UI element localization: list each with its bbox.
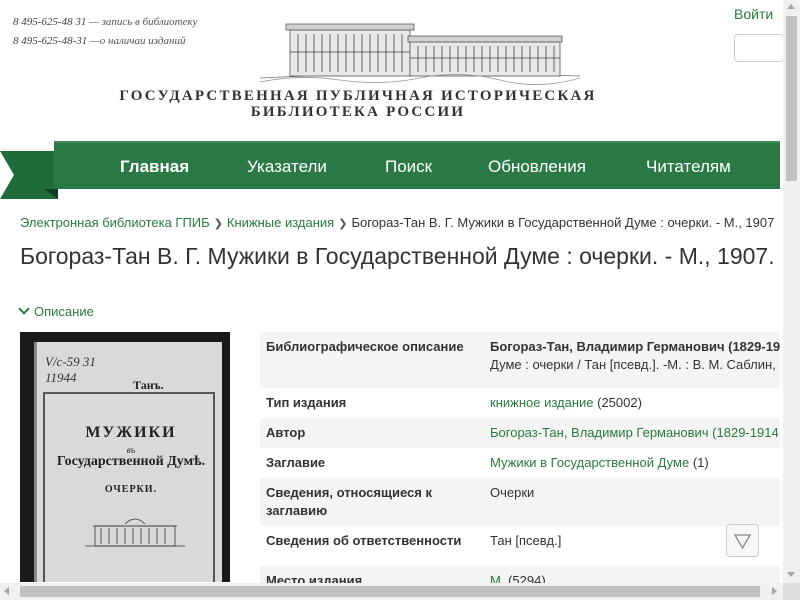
scroll-to-top-button[interactable] [726, 524, 759, 557]
cover-stamp-text: 31 [82, 354, 96, 369]
breadcrumb: Электронная библиотека ГПИБ ❯ Книжные изда… [20, 215, 780, 230]
chevron-right-icon: ❯ [213, 218, 223, 230]
detail-link[interactable]: книжное издание [490, 395, 594, 410]
detail-link[interactable]: Богораз-Тан, Владимир Германович (1829-1… [490, 425, 779, 440]
page-title: Богораз-Тан В. Г. Мужики в Государственн… [20, 243, 775, 269]
phone-number: 8 495-625-48-31 [13, 35, 88, 47]
detail-value: Очерки [490, 485, 535, 500]
phone-note: — запись в библиотеку [86, 16, 198, 28]
bibliographic-details-table: Библиографическое описание Богораз-Тан, … [260, 332, 780, 596]
chevron-down-icon [18, 303, 30, 315]
detail-key: Сведения, относящиеся к заглавию [266, 485, 432, 518]
breadcrumb-link[interactable]: Книжные издания [227, 215, 334, 230]
nav-item-readers[interactable]: Читателям [646, 157, 731, 177]
scroll-down-arrow-icon[interactable] [787, 572, 795, 577]
library-building-logo[interactable] [260, 12, 580, 88]
detail-key: Библиографическое описание [266, 339, 464, 354]
horizontal-scrollbar[interactable] [0, 583, 783, 600]
detail-key: Сведения об ответственности [266, 533, 462, 548]
library-title-line: ГОСУДАРСТВЕННАЯ ПУБЛИЧНАЯ ИСТОРИЧЕСКАЯ [119, 88, 597, 104]
cover-author: Танъ. [133, 378, 164, 392]
vertical-scrollbar[interactable] [783, 0, 800, 583]
detail-value-text: Богораз-Тан, Владимир Германович (1829-1… [490, 339, 780, 354]
detail-link[interactable]: Мужики в Государственной Думе [490, 455, 689, 470]
table-row: Сведения, относящиеся к заглавию Очерки [260, 478, 780, 526]
detail-count: (1) [689, 455, 709, 470]
cover-subtitle: ОЧЕРКИ. [104, 484, 158, 495]
detail-value: Богораз-Тан, Владимир Германович (1829-1… [484, 332, 780, 388]
nav-item-home[interactable]: Главная [120, 157, 189, 177]
chevron-right-icon: ❯ [338, 218, 348, 230]
scroll-right-arrow-icon[interactable] [772, 587, 777, 595]
main-nav: Главная Указатели Поиск Обновления Читат… [0, 141, 780, 199]
nav-item-indexes[interactable]: Указатели [247, 157, 327, 177]
detail-value: книжное издание (25002) [484, 388, 780, 418]
nav-bar: Главная Указатели Поиск Обновления Читат… [54, 141, 780, 189]
detail-value: Мужики в Государственной Думе (1) [484, 448, 780, 478]
breadcrumb-link[interactable]: Электронная библиотека ГПИБ [20, 215, 210, 230]
phone-info: 8 495-625-48 31 — запись в библиотеку 8 … [13, 13, 198, 51]
detail-key: Заглавие [266, 455, 326, 470]
detail-value: Богораз-Тан, Владимир Германович (1829-1… [484, 418, 780, 448]
cover-stamp-text: V/c-59 [45, 354, 80, 369]
cover-stamp: V/c-59 31 11944 [45, 354, 96, 386]
login-link[interactable]: Войти [734, 6, 773, 22]
breadcrumb-current: Богораз-Тан В. Г. Мужики в Государственн… [351, 215, 775, 230]
cover-stamp-text: 11944 [45, 370, 77, 385]
cover-frame: МУЖИКИ въ Государственной Думѣ. ОЧЕРКИ. [43, 392, 215, 582]
table-row: Сведения об ответственности Тан [псевд.] [260, 526, 780, 566]
cover-title: МУЖИКИ [85, 424, 177, 441]
table-row: Автор Богораз-Тан, Владимир Германович (… [260, 418, 780, 448]
book-cover-image[interactable]: V/c-59 31 11944 Танъ. МУЖИКИ въ Государст… [20, 332, 230, 582]
site-header: 8 495-625-48 31 — запись в библиотеку 8 … [0, 0, 784, 140]
cover-building-illustration [85, 518, 185, 547]
vertical-scrollbar-thumb[interactable] [786, 16, 797, 181]
phone-note: —о наличаи изданий [87, 35, 186, 47]
scroll-up-arrow-icon[interactable] [787, 4, 795, 9]
detail-key: Автор [266, 425, 306, 440]
description-toggle-label: Описание [34, 304, 94, 319]
scrollbar-corner [783, 583, 800, 600]
table-row: Заглавие Мужики в Государственной Думе (… [260, 448, 780, 478]
nav-item-updates[interactable]: Обновления [488, 157, 586, 177]
detail-key: Тип издания [266, 395, 347, 410]
nav-item-search[interactable]: Поиск [385, 157, 432, 177]
library-title-line: БИБЛИОТЕКА РОССИИ [250, 104, 466, 120]
phone-number: 8 495-625-48 31 [13, 16, 87, 28]
table-row: Тип издания книжное издание (25002) [260, 388, 780, 418]
scroll-left-arrow-icon[interactable] [4, 587, 9, 595]
triangle-down-icon [733, 534, 752, 550]
cover-page: V/c-59 31 11944 Танъ. МУЖИКИ въ Государст… [34, 342, 222, 582]
table-row: Библиографическое описание Богораз-Тан, … [260, 332, 780, 388]
library-title: ГОСУДАРСТВЕННАЯ ПУБЛИЧНАЯ ИСТОРИЧЕСКАЯ Б… [118, 88, 598, 120]
search-input[interactable] [734, 34, 784, 62]
detail-count: (25002) [593, 395, 642, 410]
description-toggle[interactable]: Описание [18, 303, 94, 319]
cover-title: Государственной Думѣ. [56, 454, 206, 469]
detail-value-text: Думе : очерки / Тан [псевд.]. -М. : В. М… [490, 357, 776, 372]
horizontal-scrollbar-thumb[interactable] [20, 586, 760, 597]
